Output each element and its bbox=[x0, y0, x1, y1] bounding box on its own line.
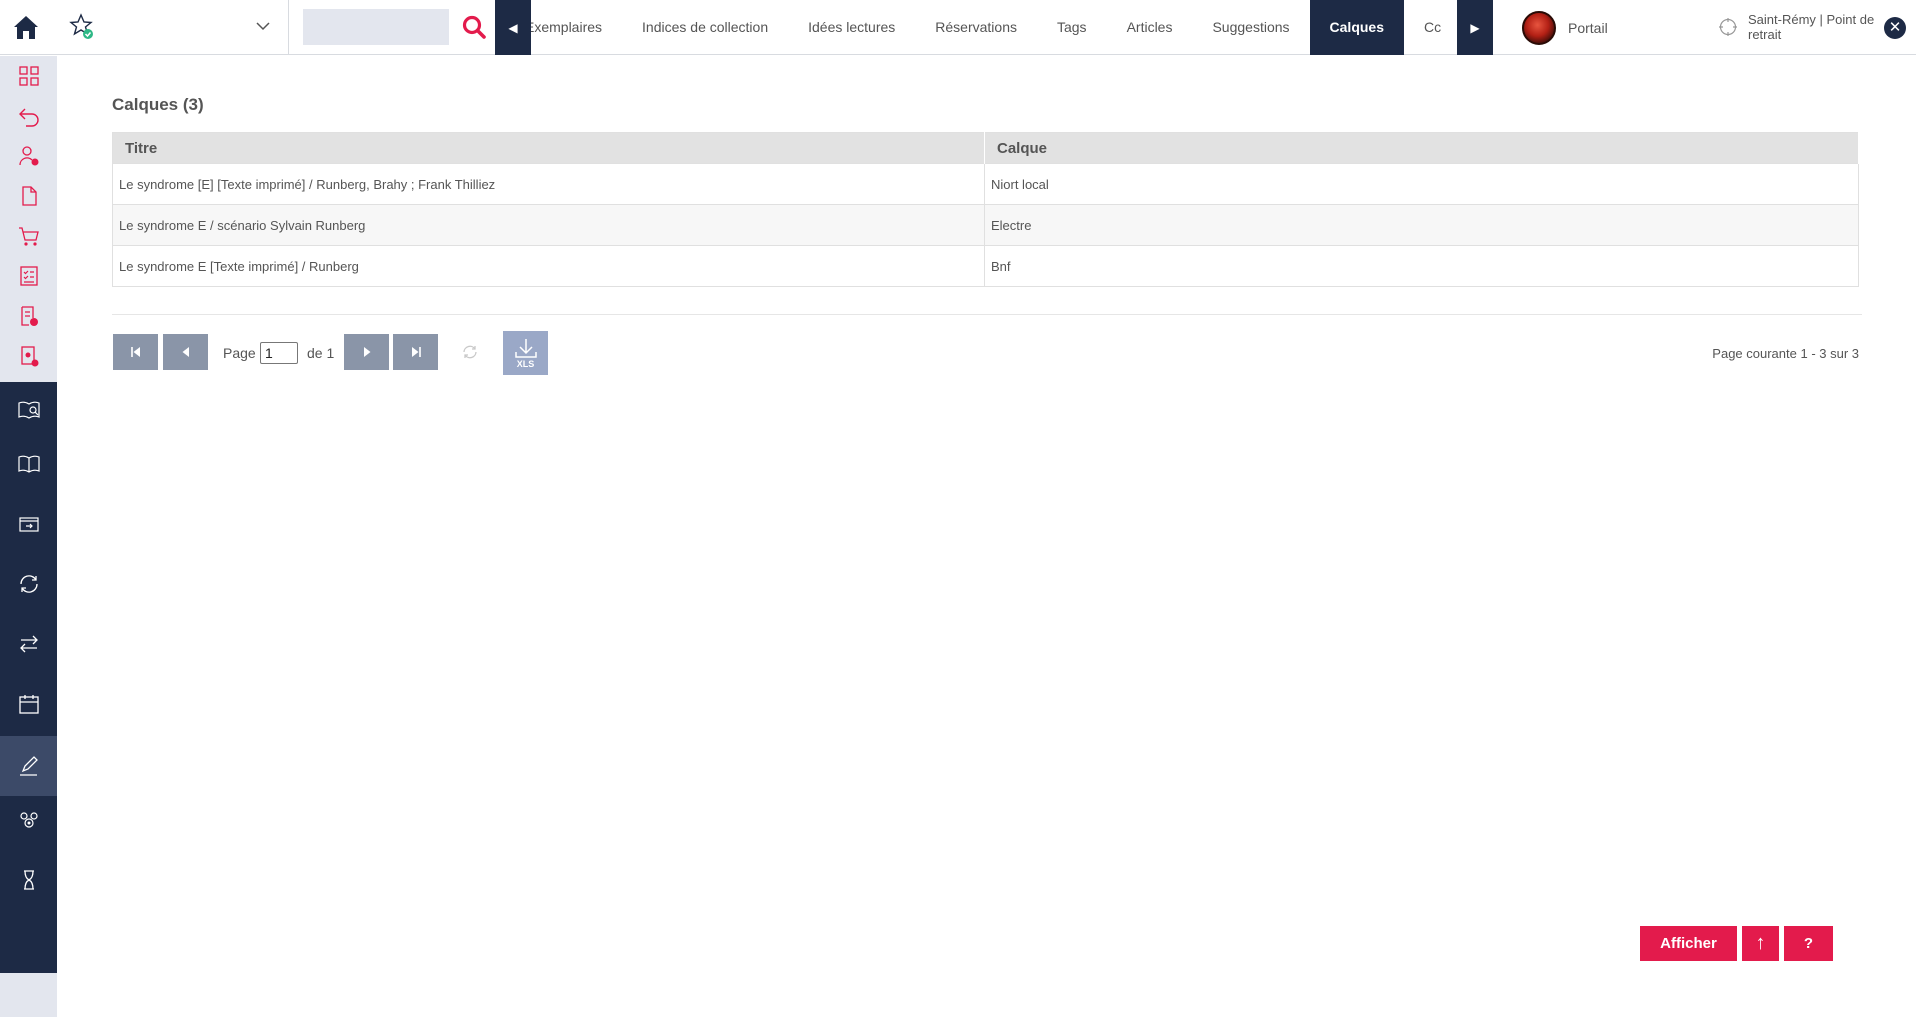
divider bbox=[288, 0, 289, 55]
book-icon[interactable] bbox=[0, 440, 57, 488]
cell-titre: Le syndrome [E] [Texte imprimé] / Runber… bbox=[112, 163, 985, 205]
transfer-icon[interactable] bbox=[0, 620, 57, 668]
cell-calque: Electre bbox=[984, 204, 1859, 246]
afficher-button[interactable]: Afficher bbox=[1640, 926, 1737, 961]
table-row[interactable]: Le syndrome E / scénario Sylvain Runberg… bbox=[112, 204, 1859, 246]
sidebar-bottom-section bbox=[0, 973, 57, 1017]
calendar-icon[interactable] bbox=[0, 680, 57, 728]
tab-exemplaires[interactable]: Exemplaires bbox=[531, 0, 622, 55]
last-page-button[interactable] bbox=[393, 334, 438, 370]
location-text: Saint-Rémy | Point de retrait bbox=[1748, 12, 1875, 42]
dashboard-icon[interactable] bbox=[0, 56, 57, 96]
tab-indices-de-collection[interactable]: Indices de collection bbox=[622, 0, 788, 55]
cell-calque: Bnf bbox=[984, 245, 1859, 287]
tabs-scroll-left-button[interactable]: ◀ bbox=[495, 0, 531, 55]
location-target-icon bbox=[1718, 17, 1738, 37]
chevron-down-icon[interactable] bbox=[254, 17, 272, 35]
sidebar bbox=[0, 56, 57, 1017]
user-settings-icon[interactable] bbox=[0, 136, 57, 176]
location-selector[interactable]: Saint-Rémy | Point de retrait bbox=[1718, 12, 1888, 42]
inbox-icon[interactable] bbox=[0, 500, 57, 548]
cell-titre: Le syndrome E / scénario Sylvain Runberg bbox=[112, 204, 985, 246]
refresh-icon[interactable] bbox=[461, 343, 479, 361]
close-icon[interactable]: ✕ bbox=[1884, 17, 1906, 39]
divider bbox=[112, 314, 1862, 315]
undo-icon[interactable] bbox=[0, 96, 57, 136]
page-number-input[interactable] bbox=[260, 342, 298, 364]
top-bar: ◀ Exemplaires Indices de collection Idée… bbox=[0, 0, 1916, 55]
next-page-button[interactable] bbox=[344, 334, 389, 370]
column-header-titre[interactable]: Titre bbox=[112, 132, 985, 164]
table-row[interactable]: Le syndrome E [Texte imprimé] / Runberg … bbox=[112, 245, 1859, 287]
help-button[interactable]: ? bbox=[1784, 926, 1833, 961]
page-title: Calques (3) bbox=[112, 95, 204, 114]
portail-logo bbox=[1522, 11, 1556, 45]
tab-cc[interactable]: Cc bbox=[1404, 0, 1457, 55]
document-icon[interactable] bbox=[0, 176, 57, 216]
calques-table: Titre Calque Le syndrome [E] [Texte impr… bbox=[112, 132, 1859, 287]
tabs-scroll-right-button[interactable]: ▶ bbox=[1457, 0, 1493, 55]
tab-reservations[interactable]: Réservations bbox=[915, 0, 1037, 55]
tab-suggestions[interactable]: Suggestions bbox=[1192, 0, 1309, 55]
file-alert-icon[interactable] bbox=[0, 336, 57, 376]
tab-idees-lectures[interactable]: Idées lectures bbox=[788, 0, 915, 55]
export-xls-button[interactable]: XLS bbox=[503, 331, 548, 375]
previous-page-button[interactable] bbox=[163, 334, 208, 370]
column-header-calque[interactable]: Calque bbox=[984, 132, 1859, 164]
cart-icon[interactable] bbox=[0, 216, 57, 256]
search-icon[interactable] bbox=[459, 12, 489, 42]
sync-icon[interactable] bbox=[0, 560, 57, 608]
favorite-star-icon[interactable] bbox=[68, 12, 96, 42]
page-count-label: de 1 bbox=[307, 345, 335, 361]
home-icon[interactable] bbox=[10, 12, 42, 42]
table-header-row: Titre Calque bbox=[112, 132, 1859, 164]
cell-titre: Le syndrome E [Texte imprimé] / Runberg bbox=[112, 245, 985, 287]
edit-icon[interactable] bbox=[0, 736, 57, 796]
tab-calques[interactable]: Calques bbox=[1309, 0, 1404, 55]
catalog-search-icon[interactable] bbox=[0, 386, 57, 434]
scroll-top-button[interactable]: ↑ bbox=[1742, 926, 1779, 961]
portail-link[interactable]: Portail bbox=[1522, 10, 1608, 46]
page-label: Page bbox=[223, 345, 256, 361]
cell-calque: Niort local bbox=[984, 163, 1859, 205]
tab-bar: Exemplaires Indices de collection Idées … bbox=[531, 0, 1457, 55]
search-input[interactable] bbox=[303, 9, 449, 45]
tab-tags[interactable]: Tags bbox=[1037, 0, 1107, 55]
table-row[interactable]: Le syndrome [E] [Texte imprimé] / Runber… bbox=[112, 163, 1859, 205]
settings-group-icon[interactable] bbox=[0, 796, 57, 844]
first-page-button[interactable] bbox=[113, 334, 158, 370]
document-alert-icon[interactable] bbox=[0, 296, 57, 336]
xls-label: XLS bbox=[516, 358, 535, 369]
hourglass-icon[interactable] bbox=[0, 856, 57, 904]
download-icon bbox=[514, 338, 537, 358]
checklist-icon[interactable] bbox=[0, 256, 57, 296]
page-info: Page courante 1 - 3 sur 3 bbox=[1712, 346, 1859, 361]
portail-label: Portail bbox=[1568, 20, 1608, 36]
tab-articles[interactable]: Articles bbox=[1107, 0, 1193, 55]
